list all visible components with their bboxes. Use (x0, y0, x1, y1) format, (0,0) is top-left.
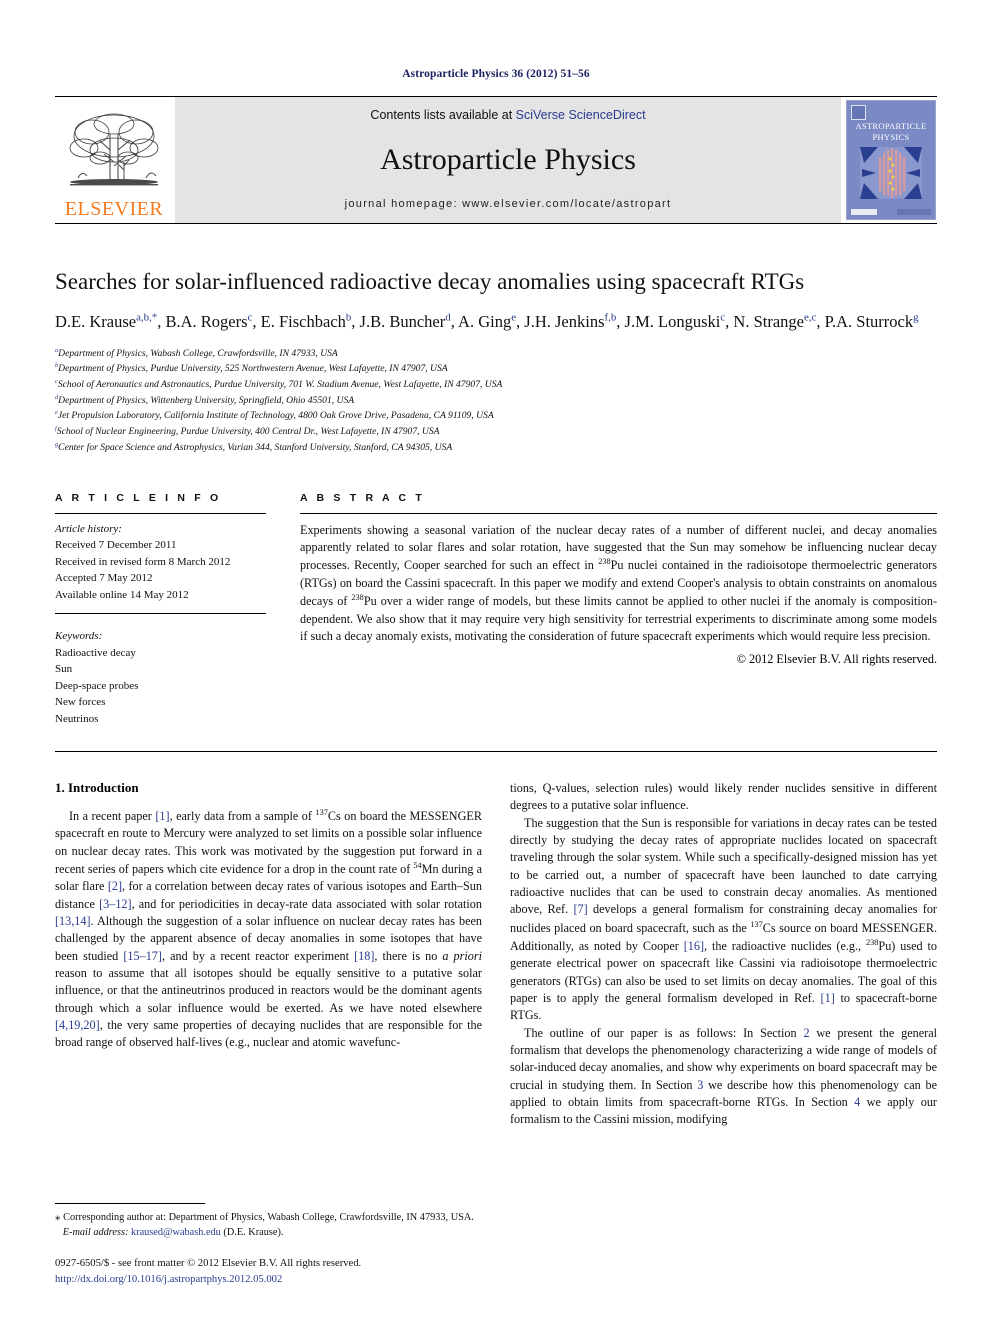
author-list: D.E. Krausea,b,*, B.A. Rogersc, E. Fisch… (55, 311, 919, 331)
citation-link[interactable]: [2] (108, 879, 122, 893)
email-owner: (D.E. Krause). (223, 1227, 284, 1239)
body-columns: 1. Introduction In a recent paper [1], e… (55, 780, 937, 1129)
paragraph: In a recent paper [1], early data from a… (55, 808, 482, 1050)
cover-title: ASTROPARTICLE PHYSICS (855, 121, 927, 142)
paragraph-continued: tions, Q-values, selection rules) would … (510, 781, 937, 813)
history-item: Available online 14 May 2012 (55, 588, 189, 601)
abstract-text: Experiments showing a seasonal variation… (300, 522, 937, 644)
author-affil-marks: g (913, 311, 919, 324)
author-affil-marks: a,b,* (136, 311, 158, 324)
paper-page: Astroparticle Physics 36 (2012) 51–56 EL… (0, 0, 992, 1323)
author-affil-marks: f,b (604, 311, 617, 324)
affiliation-list: aDepartment of Physics, Wabash College, … (55, 346, 937, 456)
author-entry: J.B. Buncherd (359, 311, 451, 331)
affiliation-item: eJet Propulsion Laboratory, California I… (55, 409, 494, 422)
history-item: Received in revised form 8 March 2012 (55, 555, 231, 568)
info-abstract-region: A R T I C L E I N F O Article history: R… (55, 492, 937, 728)
footnote-rule (55, 1202, 205, 1204)
author-affil-marks: e,c (804, 311, 817, 324)
keywords-label: Keywords: (55, 630, 103, 643)
article-history-label: Article history: (55, 522, 122, 535)
contents-available-line: Contents lists available at SciVerse Sci… (370, 108, 645, 122)
cover-publisher-badge (851, 105, 866, 120)
asterisk-icon: ⁎ (55, 1210, 61, 1223)
cover-artwork (860, 147, 922, 199)
citation-link[interactable]: [15–17] (123, 949, 162, 963)
author-affil-marks: b (345, 311, 352, 324)
author-entry: J.M. Longuskic (624, 311, 726, 331)
section-link[interactable]: 3 (697, 1078, 703, 1092)
journal-cover-thumbnail: ASTROPARTICLE PHYSICS (845, 97, 937, 223)
issn-copyright-line: 0927-6505/$ - see front matter © 2012 El… (55, 1258, 362, 1270)
author-entry: A. Ginge (458, 311, 517, 331)
keywords-block: Keywords: Radioactive decay Sun Deep-spa… (55, 613, 266, 727)
citation-link[interactable]: [1] (821, 991, 835, 1005)
footnote-region: ⁎ Corresponding author at: Department of… (55, 1202, 485, 1287)
affiliation-item: gCenter for Space Science and Astrophysi… (55, 440, 453, 454)
paper-title: Searches for solar-influenced radioactiv… (55, 269, 805, 294)
author-affil-marks: c (720, 311, 726, 324)
section-heading-introduction: 1. Introduction (55, 780, 139, 796)
citation-link[interactable]: [1] (155, 809, 169, 823)
author-entry: J.H. Jenkinsf,b (524, 311, 617, 331)
journal-homepage[interactable]: journal homepage: www.elsevier.com/locat… (345, 198, 672, 210)
journal-title: Astroparticle Physics (380, 143, 636, 176)
author-entry: B.A. Rogersc (165, 311, 253, 331)
affiliation-item: bDepartment of Physics, Purdue Universit… (55, 362, 448, 375)
running-head: Astroparticle Physics 36 (2012) 51–56 (402, 68, 590, 80)
journal-band: Contents lists available at SciVerse Sci… (175, 97, 841, 223)
affiliation-item: dDepartment of Physics, Wittenberg Unive… (55, 393, 355, 406)
section-link[interactable]: 2 (803, 1026, 809, 1040)
elsevier-wordmark: ELSEVIER (64, 198, 164, 220)
body-column-left: 1. Introduction In a recent paper [1], e… (55, 780, 482, 1129)
article-history-block: Article history: Received 7 December 201… (55, 514, 266, 604)
author-entry: P.A. Sturrockg (824, 311, 919, 331)
body-column-right: tions, Q-values, selection rules) would … (510, 780, 937, 1129)
citation-link[interactable]: [7] (573, 902, 587, 916)
citation-link[interactable]: [13,14] (55, 914, 91, 928)
keyword-item: Deep-space probes (55, 679, 139, 692)
affiliation-item: aDepartment of Physics, Wabash College, … (55, 346, 338, 359)
sciencedirect-link[interactable]: SciVerse ScienceDirect (516, 108, 646, 122)
doi-link[interactable]: http://dx.doi.org/10.1016/j.astropartphy… (55, 1272, 485, 1287)
imprint-block: 0927-6505/$ - see front matter © 2012 El… (55, 1256, 485, 1287)
keyword-item: Radioactive decay (55, 646, 136, 659)
citation-link[interactable]: [3–12] (99, 897, 132, 911)
email-note: E-mail address: kraused@wabash.edu (D.E.… (55, 1226, 485, 1241)
abstract-heading: A B S T R A C T (300, 491, 425, 504)
author-email-link[interactable]: kraused@wabash.edu (131, 1227, 221, 1238)
author-entry: N. Strangee,c (733, 311, 817, 331)
keyword-item: New forces (55, 696, 106, 709)
article-info-heading: A R T I C L E I N F O (55, 491, 222, 504)
citation-link[interactable]: [16] (684, 939, 704, 953)
contents-prefix: Contents lists available at (370, 108, 516, 122)
author-entry: D.E. Krausea,b,* (55, 311, 158, 331)
history-item: Received 7 December 2011 (55, 539, 177, 552)
elsevier-tree-icon (69, 113, 159, 186)
author-entry: E. Fischbachb (260, 311, 352, 331)
article-info-column: A R T I C L E I N F O Article history: R… (55, 492, 300, 728)
section-link[interactable]: 4 (854, 1095, 860, 1109)
email-label: E-mail address: (62, 1227, 129, 1239)
paragraph: The outline of our paper is as follows: … (510, 1025, 938, 1127)
abstract-column: A B S T R A C T Experiments showing a se… (300, 492, 937, 728)
author-affil-marks: d (445, 311, 451, 324)
paragraph: The suggestion that the Sun is responsib… (510, 815, 937, 1023)
citation-link[interactable]: [18] (354, 949, 374, 963)
author-affil-marks: c (247, 311, 253, 324)
keyword-item: Neutrinos (55, 712, 99, 725)
journal-masthead: ELSEVIER Contents lists available at Sci… (55, 96, 937, 224)
history-item: Accepted 7 May 2012 (55, 572, 153, 585)
corresponding-author-note: ⁎ Corresponding author at: Department of… (55, 1210, 474, 1223)
abstract-copyright: © 2012 Elsevier B.V. All rights reserved… (736, 651, 937, 666)
affiliation-item: cSchool of Aeronautics and Astronautics,… (55, 377, 503, 391)
keyword-item: Sun (55, 663, 73, 676)
elsevier-logo: ELSEVIER (55, 97, 173, 223)
cover-footer (851, 208, 931, 216)
affiliation-item: fSchool of Nuclear Engineering, Purdue U… (55, 425, 440, 438)
body-divider (55, 751, 937, 753)
author-affil-marks: e (511, 311, 517, 324)
citation-link[interactable]: [4,19,20] (55, 1018, 100, 1032)
